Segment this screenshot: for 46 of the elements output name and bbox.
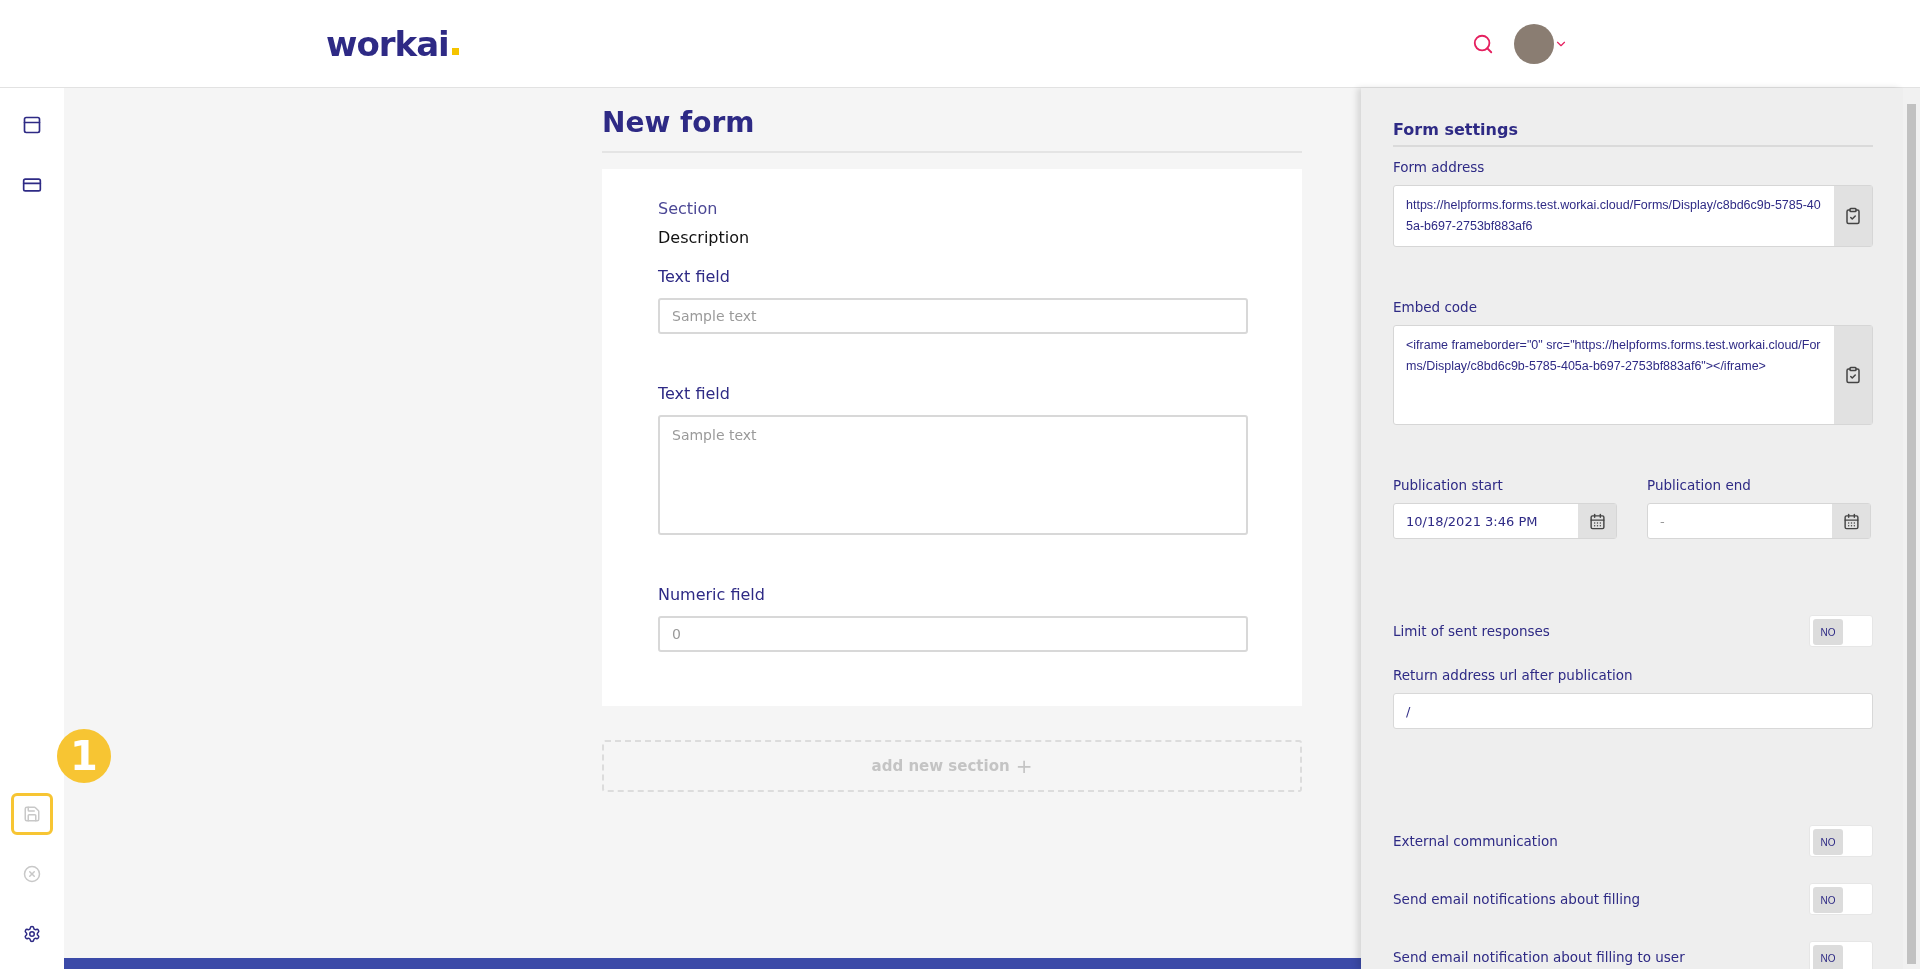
toggle-switch[interactable]: NO [1809, 615, 1873, 647]
setting-label: Return address url after publication [1393, 667, 1634, 683]
setting-label: Send email notifications about filling [1393, 891, 1641, 907]
calendar-icon [1588, 512, 1606, 530]
setting-label: Send email notification about filling to user [1393, 949, 1685, 965]
textarea-field[interactable]: Sample text [658, 415, 1248, 535]
number-field[interactable]: 0 [658, 616, 1248, 652]
logo: workai [326, 23, 449, 64]
save-icon [23, 805, 41, 823]
setting-label: Publication start [1393, 477, 1504, 493]
panel-title: Form settings [1393, 120, 1873, 147]
clipboard-check-icon [1844, 207, 1862, 225]
toggle-switch[interactable]: NO [1809, 941, 1873, 969]
calendar-button[interactable] [1832, 504, 1870, 538]
step-badge: 1 [57, 729, 111, 783]
field-label: Numeric field [658, 585, 766, 604]
avatar [1514, 23, 1554, 64]
panel-icon [22, 115, 42, 135]
scrollbar[interactable] [1903, 88, 1920, 969]
section-description: Description [658, 228, 751, 247]
setting-label: Publication end [1647, 477, 1752, 493]
date-field[interactable]: 10/18/2021 3:46 PM [1393, 503, 1617, 539]
setting-label: Form address [1393, 159, 1486, 175]
page-title: New form [602, 106, 1302, 153]
copy-button[interactable] [1834, 186, 1872, 246]
text-field[interactable]: Sample text [658, 298, 1248, 334]
field-label: Text field [658, 384, 731, 403]
search-button[interactable] [1472, 32, 1494, 55]
copy-button[interactable] [1834, 326, 1872, 424]
section-title: Section [658, 199, 719, 218]
calendar-button[interactable] [1578, 504, 1616, 538]
setting-label: External communication [1393, 833, 1558, 849]
user-menu-button[interactable] [1514, 23, 1568, 64]
embed-code-field[interactable]: <iframe frameborder="0" src="https://helpforms.forms.test.workai.cloud/Forms/Display/c8bd6c9b-5785-405a-b697-2753bf883af6"></iframe> [1393, 325, 1873, 425]
close-icon [23, 865, 41, 883]
settings-icon [23, 925, 41, 943]
toggle-switch[interactable]: NO [1809, 883, 1873, 915]
toggle-switch[interactable]: NO [1809, 825, 1873, 857]
address-field[interactable]: https://helpforms.forms.test.workai.cloud/Forms/Display/c8bd6c9b-5785-405a-b697-2753bf883af6 [1393, 185, 1873, 247]
calendar-icon [1842, 512, 1860, 530]
setting-label: Limit of sent responses [1393, 623, 1550, 639]
card-icon [22, 175, 42, 195]
return-url-field[interactable]: / [1393, 693, 1873, 729]
clipboard-check-icon [1844, 366, 1862, 384]
setting-label: Embed code [1393, 299, 1478, 315]
field-label: Text field [658, 267, 731, 286]
